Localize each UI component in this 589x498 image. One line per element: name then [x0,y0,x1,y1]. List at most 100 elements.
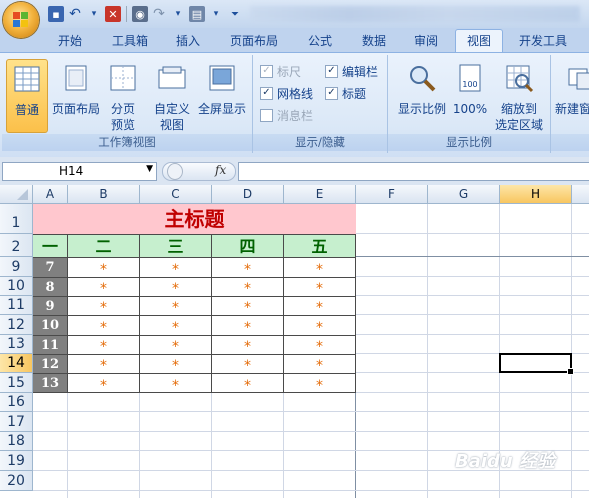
headings-checkbox[interactable]: ✓ 标题 [325,85,366,102]
tab-formulas[interactable]: 公式 [296,30,344,52]
column-header-b[interactable]: B [68,185,140,204]
zoom-button[interactable]: 显示比例 [396,59,448,117]
column-header-i-partial[interactable] [572,185,589,204]
row-header-14[interactable]: 14 [0,354,33,373]
star-cell[interactable]: * [68,373,140,394]
row-header-2[interactable]: 2 [0,234,33,257]
tab-toolbox[interactable]: 工具箱 [104,30,156,52]
star-cell[interactable]: * [68,335,140,355]
zoom-to-selection-button[interactable]: 缩放到 选定区域 [492,59,546,133]
row-header-18[interactable]: 18 [0,432,33,451]
row-header-20[interactable]: 20 [0,471,33,491]
star-cell[interactable]: * [140,335,212,355]
format-icon[interactable]: ▤ [189,6,205,22]
undo-icon[interactable]: ↶ [67,6,83,22]
camera-icon[interactable]: ◉ [132,6,148,22]
star-cell[interactable]: * [284,257,356,278]
row-header-12[interactable]: 12 [0,315,33,335]
row-header-9[interactable]: 9 [0,257,33,277]
star-cell[interactable]: * [284,354,356,374]
star-cell[interactable]: * [68,277,140,297]
column-header-a[interactable]: A [33,185,68,204]
tab-developer[interactable]: 开发工具 [510,30,576,52]
select-all-button[interactable] [0,185,33,204]
column-header-c[interactable]: C [140,185,212,204]
row-header-17[interactable]: 17 [0,412,33,432]
page-layout-view-button[interactable]: 页面布局 [50,59,102,117]
cancel-icon[interactable] [167,163,183,180]
header-cell-a[interactable]: 一 [33,234,68,257]
row-header-10[interactable]: 10 [0,277,33,296]
dropdown-icon[interactable]: ▾ [170,6,186,22]
row-header-16[interactable]: 16 [0,393,33,412]
row-header-11[interactable]: 11 [0,296,33,315]
tab-insert[interactable]: 插入 [164,30,212,52]
star-cell[interactable]: * [212,277,284,297]
spreadsheet-grid[interactable]: A B C D E F G H 1 2 9 10 11 12 13 14 15 … [0,185,589,498]
zoom-100-button[interactable]: 100 100% [452,59,488,117]
star-cell[interactable]: * [284,315,356,336]
close-icon[interactable]: ✕ [105,6,121,22]
id-cell[interactable]: 13 [33,373,68,393]
id-cell[interactable]: 9 [33,296,68,315]
formula-bar-checkbox[interactable]: ✓ 编辑栏 [325,63,378,80]
column-header-d[interactable]: D [212,185,284,204]
redo-icon[interactable]: ↷ [151,6,167,22]
tab-view[interactable]: 视图 [455,29,503,52]
save-icon[interactable]: ▪ [48,6,64,22]
star-cell[interactable]: * [212,257,284,278]
fill-handle[interactable] [567,368,574,375]
name-box[interactable]: H14 ▼ [2,162,157,181]
new-window-button[interactable]: 新建窗 [555,59,589,117]
header-cell-b[interactable]: 二 [68,234,140,257]
column-header-e[interactable]: E [284,185,356,204]
tab-data[interactable]: 数据 [350,30,398,52]
row-header-19[interactable]: 19 [0,451,33,471]
column-header-g[interactable]: G [428,185,500,204]
gridlines-checkbox[interactable]: ✓ 网格线 [260,85,313,102]
header-cell-c[interactable]: 三 [140,234,212,257]
star-cell[interactable]: * [284,373,356,394]
tab-review[interactable]: 审阅 [402,30,450,52]
office-button[interactable] [3,2,39,38]
star-cell[interactable]: * [212,335,284,355]
tab-home[interactable]: 开始 [46,30,94,52]
custom-views-button[interactable]: 自定义 视图 [152,59,192,133]
star-cell[interactable]: * [140,257,212,278]
star-cell[interactable]: * [68,296,140,316]
star-cell[interactable]: * [68,315,140,336]
id-cell[interactable]: 12 [33,354,68,373]
header-cell-d[interactable]: 四 [212,234,284,257]
dropdown-icon[interactable]: ▾ [208,6,224,22]
insert-function-icon[interactable]: fx [215,163,226,177]
formula-input[interactable] [238,162,589,181]
page-break-preview-button[interactable]: 分页 预览 [104,59,142,133]
header-cell-e[interactable]: 五 [284,234,356,257]
star-cell[interactable]: * [68,354,140,374]
normal-view-button[interactable]: 普通 [6,59,48,133]
star-cell[interactable]: * [140,315,212,336]
star-cell[interactable]: * [212,315,284,336]
column-header-f[interactable]: F [356,185,428,204]
tab-page-layout[interactable]: 页面布局 [222,30,286,52]
id-cell[interactable]: 10 [33,315,68,335]
chevron-down-icon[interactable]: ▼ [146,164,153,174]
merged-title-cell[interactable]: 主标题 [33,204,356,234]
active-cell-h14[interactable] [499,353,574,375]
dropdown-icon[interactable]: ▾ [86,6,102,22]
row-header-15[interactable]: 15 [0,373,33,393]
column-header-h[interactable]: H [500,185,572,204]
star-cell[interactable]: * [212,296,284,316]
star-cell[interactable]: * [68,257,140,278]
star-cell[interactable]: * [212,354,284,374]
star-cell[interactable]: * [284,296,356,316]
full-screen-button[interactable]: 全屏显示 [196,59,248,117]
star-cell[interactable]: * [140,354,212,374]
id-cell[interactable]: 8 [33,277,68,296]
more-icon[interactable]: ⏷ [227,6,243,22]
ruler-checkbox[interactable]: ✓ 标尺 [260,63,301,80]
star-cell[interactable]: * [140,373,212,394]
star-cell[interactable]: * [284,277,356,297]
id-cell[interactable]: 11 [33,335,68,354]
row-header-1[interactable]: 1 [0,204,33,234]
